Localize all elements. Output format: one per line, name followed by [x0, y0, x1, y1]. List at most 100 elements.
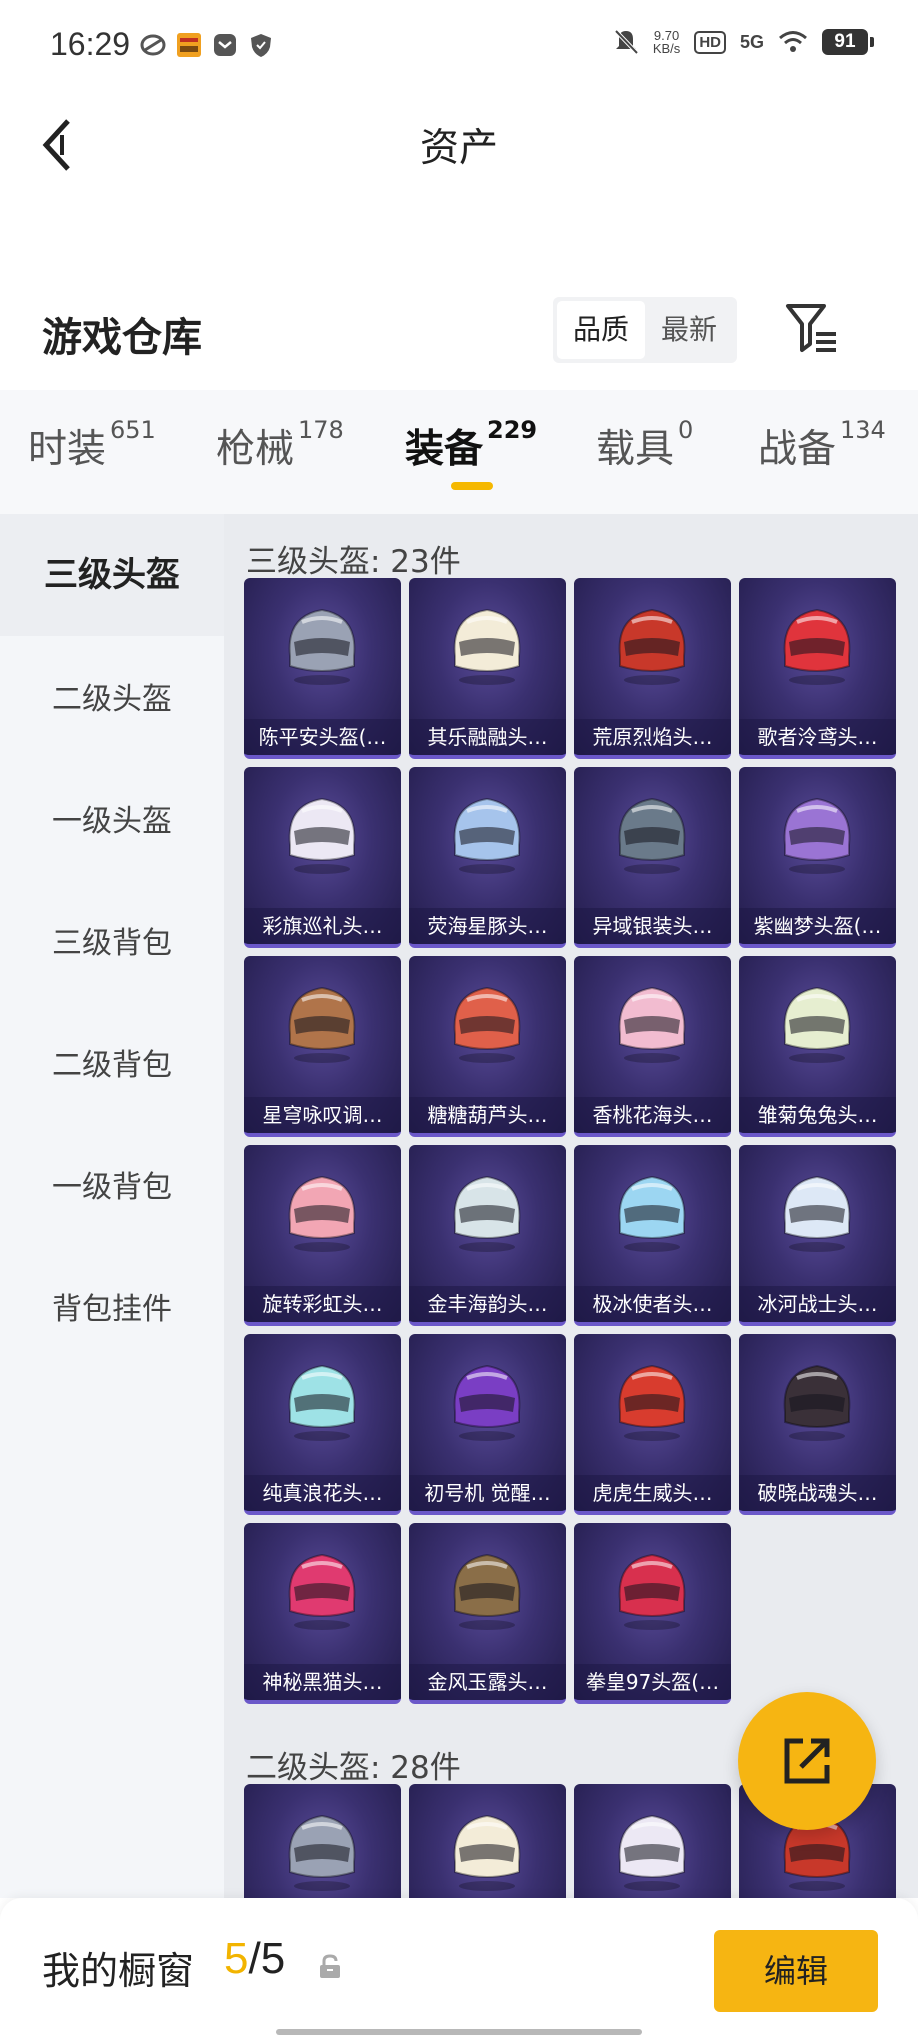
- item-name: 极冰使者头…: [574, 1286, 731, 1322]
- warehouse-title: 游戏仓库: [42, 315, 202, 361]
- helmet-icon: [783, 797, 851, 874]
- item-name: 破晓战魂头…: [739, 1475, 896, 1511]
- item-card[interactable]: 拳皇97头盔(…: [574, 1523, 731, 1704]
- subcategory-sidebar: 三级头盔 二级头盔 一级头盔 三级背包 二级背包 一级背包 背包挂件: [0, 514, 224, 1898]
- item-card[interactable]: 破晓战魂头…: [739, 1334, 896, 1515]
- item-card[interactable]: 陈平安头盔(…: [244, 578, 401, 759]
- item-card[interactable]: 糖糖葫芦头…: [409, 956, 566, 1137]
- helmet-icon: [618, 1553, 686, 1630]
- item-card[interactable]: 荒原烈焰头…: [574, 578, 731, 759]
- item-card[interactable]: 星穹咏叹调…: [244, 956, 401, 1137]
- item-card[interactable]: 荧海星豚头…: [409, 767, 566, 948]
- showcase-label: 我的橱窗: [42, 1949, 195, 1993]
- item-card[interactable]: 神秘黑猫头…: [244, 1523, 401, 1704]
- battery-icon: 91: [822, 29, 874, 55]
- mute-bell-icon: [614, 29, 639, 55]
- filter-icon[interactable]: [784, 300, 840, 356]
- helmet-icon: [288, 986, 356, 1063]
- item-card[interactable]: 金丰海韵头…: [409, 1145, 566, 1326]
- sort-newest-button[interactable]: 最新: [645, 301, 733, 359]
- item-card[interactable]: 极冰使者头…: [574, 1145, 731, 1326]
- helmet-icon: [453, 797, 521, 874]
- helmet-icon: [618, 1814, 686, 1891]
- helmet-icon: [783, 986, 851, 1063]
- helmet-icon: [288, 608, 356, 685]
- item-card[interactable]: [244, 1784, 401, 1898]
- helmet-icon: [618, 986, 686, 1063]
- app-notification-icon: [140, 34, 166, 56]
- category-tabs: 时装 651 枪械 178 装备 229 载具 0 战备 134: [0, 390, 918, 514]
- share-export-icon: [784, 1738, 830, 1784]
- helmet-icon: [618, 1175, 686, 1252]
- item-name: 冰河战士头…: [739, 1286, 896, 1322]
- tab-vehicles[interactable]: 载具 0: [596, 416, 693, 474]
- item-card[interactable]: 雏菊兔兔头…: [739, 956, 896, 1137]
- item-card[interactable]: 初号机 觉醒…: [409, 1334, 566, 1515]
- sort-quality-button[interactable]: 品质: [557, 301, 645, 359]
- page-title: 资产: [419, 126, 498, 171]
- helmet-icon: [783, 1175, 851, 1252]
- item-grid: 三级头盔: 23件 二级头盔: 28件 陈平安头盔(… 其乐融融头… 荒原烈焰头… 歌…: [224, 514, 918, 1898]
- item-name: 纯真浪花头…: [244, 1475, 401, 1511]
- helmet-icon: [783, 608, 851, 685]
- helmet-icon: [288, 1175, 356, 1252]
- item-card[interactable]: 异域银装头…: [574, 767, 731, 948]
- helmet-icon: [618, 1364, 686, 1441]
- title-bar: 资产: [0, 95, 918, 195]
- home-indicator: [276, 2029, 642, 2035]
- item-card[interactable]: 旋转彩虹头…: [244, 1145, 401, 1326]
- item-name: 星穹咏叹调…: [244, 1097, 401, 1133]
- sort-segmented-control: 品质 最新: [553, 297, 737, 363]
- status-time: 16:29: [50, 26, 131, 62]
- game-notification-icon: [177, 33, 201, 57]
- sidebar-item-level2-helmet[interactable]: 二级头盔: [0, 674, 224, 718]
- helmet-icon: [783, 1364, 851, 1441]
- item-name: 紫幽梦头盔(…: [739, 908, 896, 944]
- item-name: 香桃花海头…: [574, 1097, 731, 1133]
- item-name: 神秘黑猫头…: [244, 1664, 401, 1700]
- item-name: 彩旗巡礼头…: [244, 908, 401, 944]
- tab-weapons[interactable]: 枪械 178: [216, 416, 344, 474]
- showcase-count: 5/5: [224, 1934, 286, 1983]
- helmet-icon: [288, 1364, 356, 1441]
- helmet-icon: [288, 1553, 356, 1630]
- sidebar-item-level1-helmet[interactable]: 一级头盔: [0, 796, 224, 840]
- shield-notification-icon: [251, 34, 271, 57]
- item-name: 陈平安头盔(…: [244, 719, 401, 755]
- sidebar-item-backpack-charm[interactable]: 背包挂件: [0, 1284, 224, 1328]
- item-card[interactable]: 金风玉露头…: [409, 1523, 566, 1704]
- showcase-bar: 我的橱窗 5/5 编辑: [0, 1898, 918, 2040]
- network-type: 5G: [739, 31, 764, 52]
- sidebar-item-level3-backpack[interactable]: 三级背包: [0, 918, 224, 962]
- helmet-icon: [288, 797, 356, 874]
- helmet-icon: [453, 1364, 521, 1441]
- item-card[interactable]: 歌者泠鸢头…: [739, 578, 896, 759]
- item-name: 异域银装头…: [574, 908, 731, 944]
- helmet-icon: [453, 608, 521, 685]
- helmet-icon: [618, 797, 686, 874]
- sidebar-item-level3-helmet[interactable]: 三级头盔: [0, 514, 224, 636]
- group-title: 三级头盔: 23件: [246, 544, 461, 580]
- item-card[interactable]: [409, 1784, 566, 1898]
- item-name: 旋转彩虹头…: [244, 1286, 401, 1322]
- item-card[interactable]: [574, 1784, 731, 1898]
- helmet-icon: [453, 986, 521, 1063]
- item-card[interactable]: 其乐融融头…: [409, 578, 566, 759]
- item-card[interactable]: 虎虎生威头…: [574, 1334, 731, 1515]
- tab-fashion[interactable]: 时装 651: [28, 416, 156, 474]
- item-card[interactable]: 纯真浪花头…: [244, 1334, 401, 1515]
- item-card[interactable]: 冰河战士头…: [739, 1145, 896, 1326]
- edit-button[interactable]: 编辑: [714, 1930, 878, 2012]
- item-card[interactable]: 香桃花海头…: [574, 956, 731, 1137]
- item-name: 金丰海韵头…: [409, 1286, 566, 1322]
- tab-equipment[interactable]: 装备 229: [405, 416, 537, 474]
- share-button[interactable]: [738, 1692, 876, 1830]
- sidebar-item-level2-backpack[interactable]: 二级背包: [0, 1040, 224, 1084]
- item-name: 拳皇97头盔(…: [574, 1664, 731, 1700]
- status-right: 9.70 KB/s HD 5G 91: [613, 28, 874, 56]
- group-title: 二级头盔: 28件: [246, 1750, 461, 1786]
- sidebar-item-level1-backpack[interactable]: 一级背包: [0, 1162, 224, 1206]
- tab-supplies[interactable]: 战备 134: [758, 416, 886, 474]
- item-card[interactable]: 紫幽梦头盔(…: [739, 767, 896, 948]
- item-card[interactable]: 彩旗巡礼头…: [244, 767, 401, 948]
